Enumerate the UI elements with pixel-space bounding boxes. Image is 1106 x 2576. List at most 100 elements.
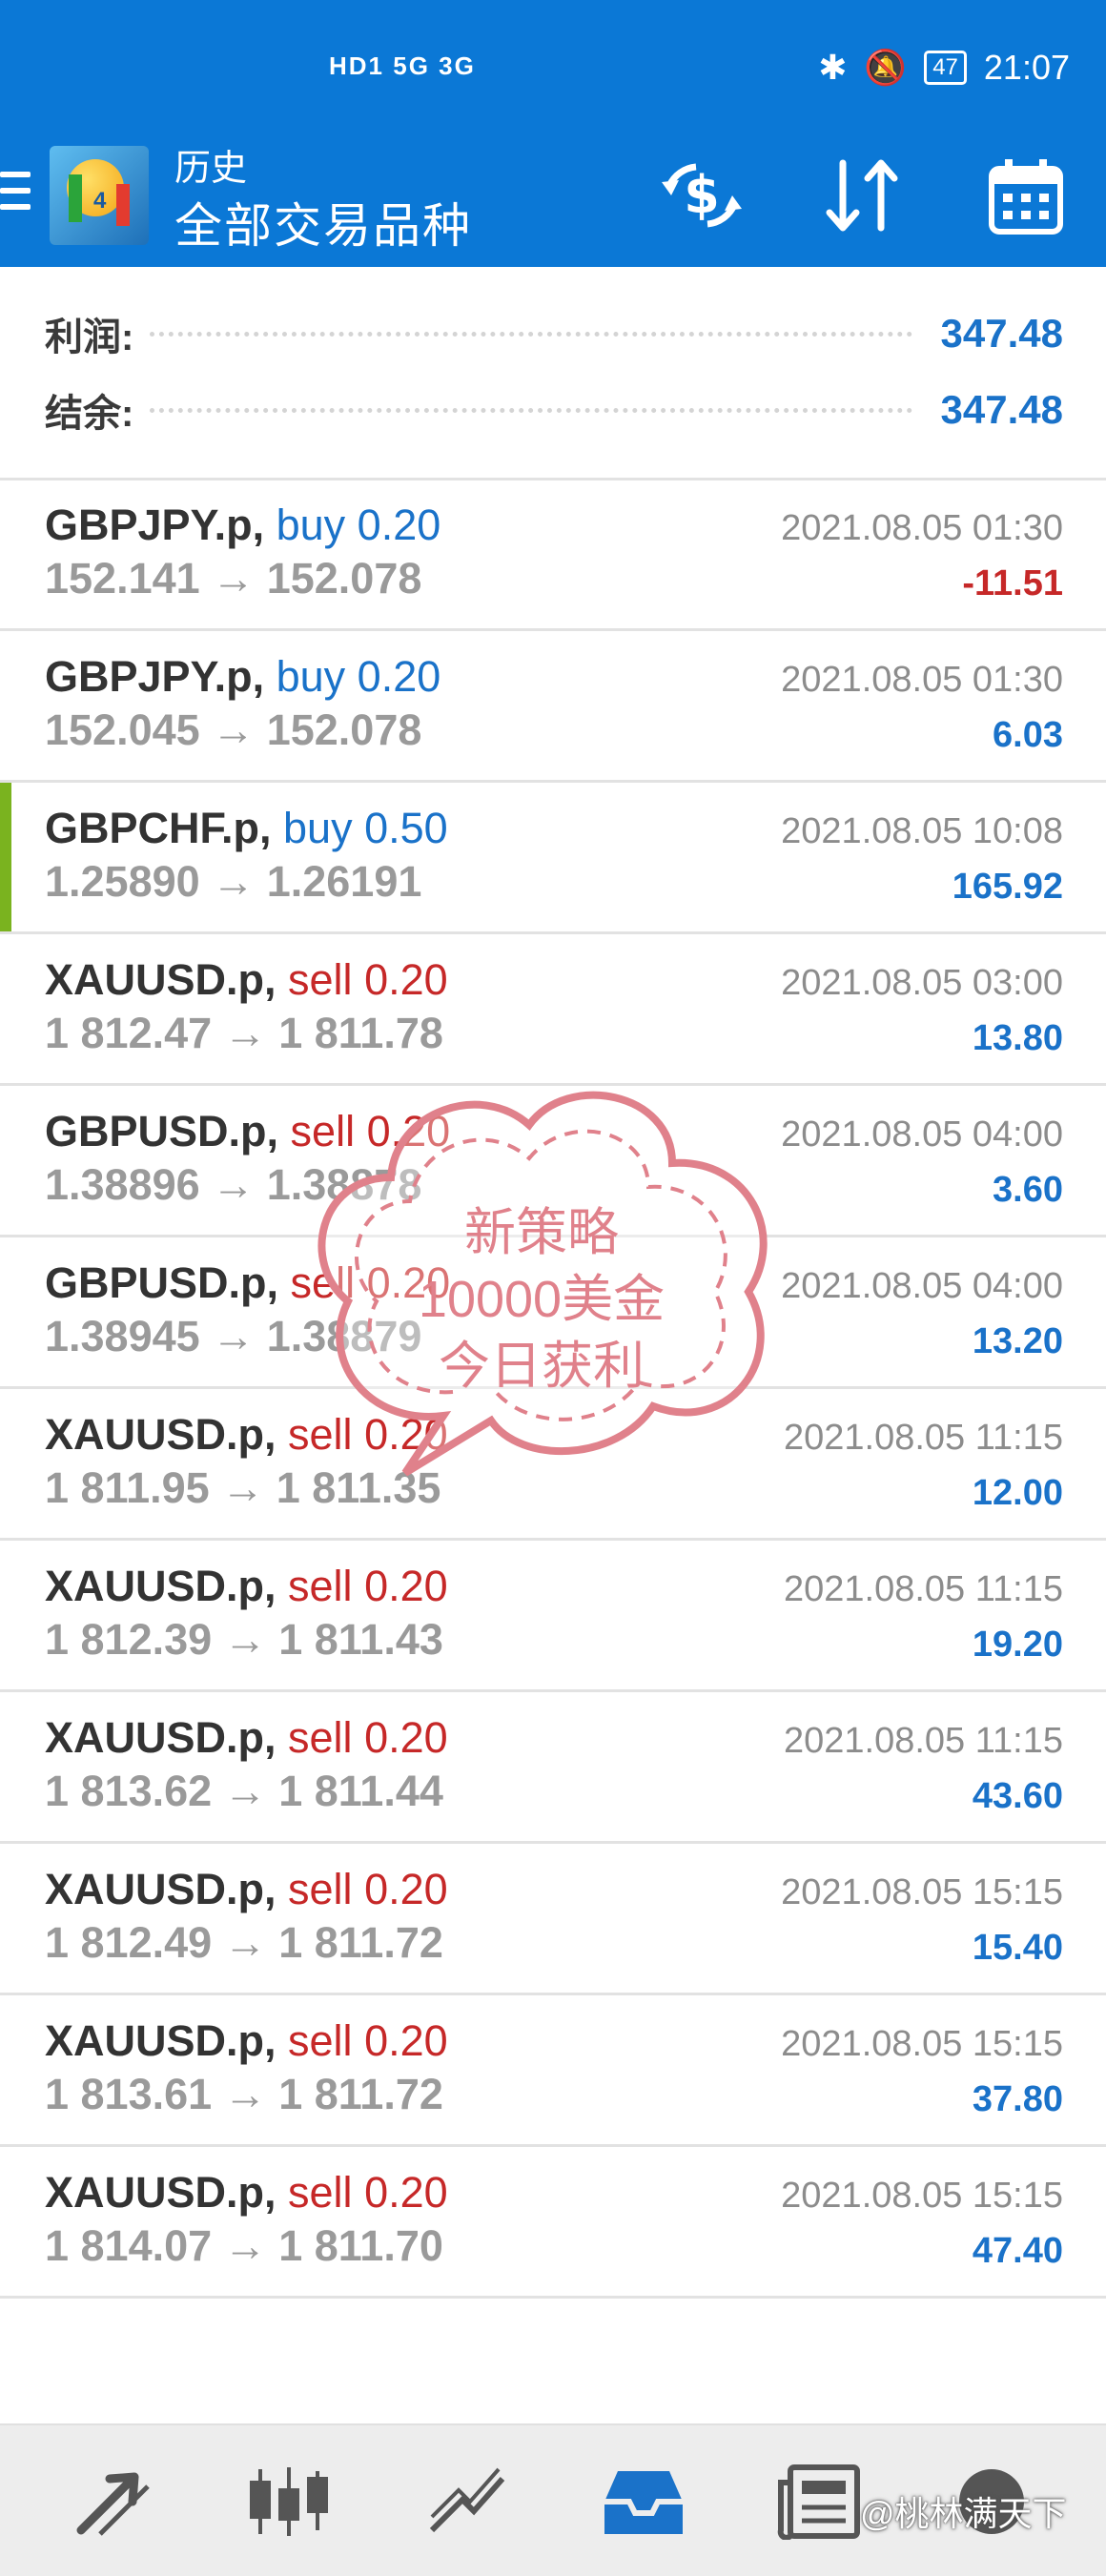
trade-row[interactable]: XAUUSD.p, sell 0.20 1 813.61 → 1 811.72 … <box>0 1995 1106 2147</box>
trade-side: sell <box>288 1713 353 1762</box>
trade-symbol: XAUUSD.p, <box>45 1713 276 1762</box>
trade-row[interactable]: GBPCHF.p, buy 0.50 1.25890 → 1.26191 202… <box>0 783 1106 934</box>
trade-profit: 13.80 <box>972 1018 1063 1058</box>
battery-icon: 47 <box>924 51 967 85</box>
trade-prices: 152.141 → 152.078 <box>45 554 421 603</box>
trade-time: 2021.08.05 15:15 <box>781 1872 1063 1912</box>
trade-side: sell <box>288 1865 353 1913</box>
trade-prices: 152.045 → 152.078 <box>45 705 421 755</box>
news-icon[interactable] <box>777 2464 863 2540</box>
trade-side: sell <box>288 955 353 1004</box>
trade-close-price: 1.26191 <box>266 857 422 906</box>
arrow-right-icon: → <box>212 1160 267 1209</box>
trade-symbol: GBPJPY.p, <box>45 652 265 701</box>
arrow-right-icon: → <box>212 705 267 754</box>
currency-exchange-icon[interactable]: $ <box>658 157 746 234</box>
trade-time: 2021.08.05 11:15 <box>783 1721 1063 1761</box>
trade-prices: 1.25890 → 1.26191 <box>45 857 421 907</box>
trade-time: 2021.08.05 01:30 <box>781 660 1063 700</box>
trade-lots: 0.20 <box>364 955 448 1004</box>
trade-open-price: 1.38945 <box>45 1312 200 1360</box>
stamp-line-1: 新策略 <box>464 1204 619 1261</box>
trade-symbol: XAUUSD.p, <box>45 955 276 1004</box>
trade-profit: 165.92 <box>952 867 1063 907</box>
trade-prices: 1 813.61 → 1 811.72 <box>45 2070 443 2119</box>
arrow-right-icon: → <box>212 1312 267 1360</box>
trade-row[interactable]: XAUUSD.p, sell 0.20 1 814.07 → 1 811.70 … <box>0 2147 1106 2299</box>
trade-symbol: GBPUSD.p, <box>45 1107 279 1155</box>
network-indicators: HD1 5G 3G <box>329 51 476 80</box>
app-bar: 4 历史 全部交易品种 $ <box>0 129 1106 267</box>
sort-icon[interactable] <box>822 157 902 234</box>
trade-lots: 0.20 <box>357 501 441 549</box>
trade-prices: 1 813.62 → 1 811.44 <box>45 1767 443 1816</box>
summary-profit-row: 利润: 347.48 <box>45 305 1063 362</box>
status-bar: HD1 5G 3G ✱ 🔕 47 21:07 <box>0 0 1106 129</box>
bluetooth-icon: ✱ <box>818 48 848 87</box>
quotes-candles-icon[interactable] <box>246 2464 332 2540</box>
trade-prices: 1 812.49 → 1 811.72 <box>45 1918 443 1968</box>
calendar-icon[interactable] <box>988 157 1064 235</box>
trade-symbol: GBPCHF.p, <box>45 804 272 852</box>
trade-arrows-icon[interactable] <box>72 2464 157 2540</box>
clock: 21:07 <box>983 48 1070 87</box>
trade-profit: 43.60 <box>972 1776 1063 1816</box>
trade-profit: 47.40 <box>972 2231 1063 2271</box>
trade-close-price: 1 811.72 <box>278 2070 443 2118</box>
trade-symbol: XAUUSD.p, <box>45 1865 276 1913</box>
trade-side: buy <box>276 501 346 549</box>
trade-close-price: 1 811.43 <box>278 1615 443 1664</box>
trade-open-price: 152.141 <box>45 554 200 603</box>
trade-row[interactable]: XAUUSD.p, sell 0.20 1 812.49 → 1 811.72 … <box>0 1844 1106 1995</box>
trade-symbol: XAUUSD.p, <box>45 1410 276 1459</box>
history-inbox-icon[interactable] <box>601 2464 686 2540</box>
trade-open-price: 1.38896 <box>45 1160 200 1209</box>
trade-lots: 0.20 <box>364 2168 448 2217</box>
mute-bell-icon: 🔕 <box>864 48 908 87</box>
trade-lots: 0.20 <box>364 2016 448 2065</box>
chart-trend-icon[interactable] <box>424 2464 510 2540</box>
page-subtitle: 历史 <box>174 149 248 189</box>
stamp-line-3: 今日获利 <box>439 1338 645 1395</box>
balance-value: 347.48 <box>940 387 1063 432</box>
trade-row[interactable]: GBPJPY.p, buy 0.20 152.141 → 152.078 202… <box>0 480 1106 631</box>
trade-time: 2021.08.05 15:15 <box>781 2176 1063 2216</box>
arrow-right-icon: → <box>223 1767 279 1815</box>
trade-side: buy <box>283 804 353 852</box>
trade-open-price: 1 812.49 <box>45 1918 213 1967</box>
trade-open-price: 1 812.47 <box>45 1009 213 1057</box>
trade-close-price: 152.078 <box>266 705 422 754</box>
trade-time: 2021.08.05 03:00 <box>781 963 1063 1003</box>
trade-symbol: XAUUSD.p, <box>45 1562 276 1610</box>
trade-profit: 15.40 <box>972 1928 1063 1968</box>
trade-symbol: XAUUSD.p, <box>45 2168 276 2217</box>
trade-lots: 0.20 <box>357 652 441 701</box>
arrow-right-icon: → <box>212 554 267 603</box>
trade-close-price: 1 811.70 <box>278 2221 443 2270</box>
trade-close-price: 1 811.44 <box>278 1767 443 1815</box>
trade-lots: 0.50 <box>364 804 448 852</box>
trade-time: 2021.08.05 04:00 <box>781 1266 1063 1306</box>
trade-symbol: XAUUSD.p, <box>45 2016 276 2065</box>
trade-profit: -11.51 <box>962 563 1063 603</box>
trade-row[interactable]: XAUUSD.p, sell 0.20 1 812.47 → 1 811.78 … <box>0 934 1106 1086</box>
trade-time: 2021.08.05 04:00 <box>781 1114 1063 1155</box>
arrow-right-icon: → <box>223 2221 279 2270</box>
trade-lots: 0.20 <box>364 1865 448 1913</box>
symbol-filter-title[interactable]: 全部交易品种 <box>174 188 472 256</box>
arrow-right-icon: → <box>221 1463 276 1512</box>
trade-symbol: GBPJPY.p, <box>45 501 265 549</box>
stamp-line-2: 10000美金 <box>418 1271 666 1328</box>
menu-icon[interactable] <box>0 172 31 219</box>
trade-profit: 37.80 <box>972 2079 1063 2119</box>
trade-row[interactable]: GBPJPY.p, buy 0.20 152.045 → 152.078 202… <box>0 631 1106 783</box>
trade-symbol: GBPUSD.p, <box>45 1258 279 1307</box>
trade-lots: 0.20 <box>364 1713 448 1762</box>
trade-profit: 19.20 <box>972 1625 1063 1665</box>
trade-side: buy <box>276 652 346 701</box>
trade-time: 2021.08.05 01:30 <box>781 508 1063 548</box>
trade-row[interactable]: XAUUSD.p, sell 0.20 1 812.39 → 1 811.43 … <box>0 1541 1106 1692</box>
trade-time: 2021.08.05 11:15 <box>783 1569 1063 1609</box>
trade-row[interactable]: XAUUSD.p, sell 0.20 1 813.62 → 1 811.44 … <box>0 1692 1106 1844</box>
trade-close-price: 152.078 <box>266 554 422 603</box>
